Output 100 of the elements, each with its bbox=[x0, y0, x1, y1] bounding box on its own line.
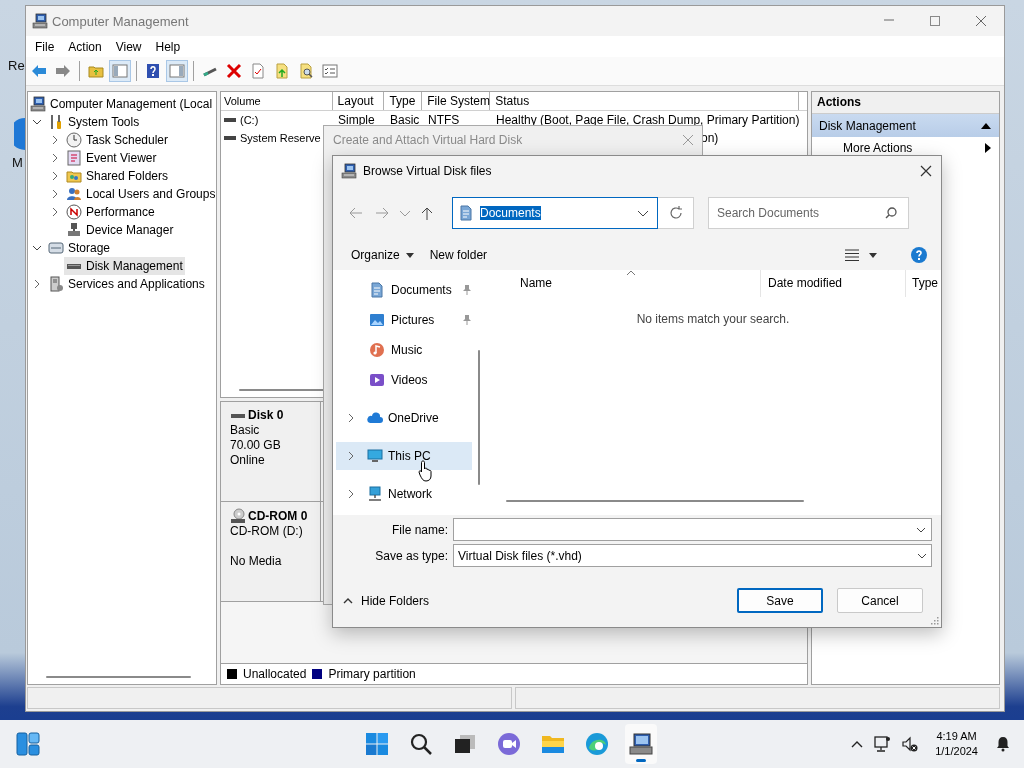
taskbar-button[interactable] bbox=[624, 724, 657, 764]
chevron-right-icon[interactable] bbox=[50, 189, 60, 199]
tree-item[interactable]: Disk Management bbox=[64, 257, 185, 275]
scrollbar-thumb[interactable] bbox=[478, 350, 480, 485]
log-book-icon bbox=[66, 150, 82, 166]
tree-item[interactable]: Services and Applications bbox=[46, 275, 207, 293]
tree-item[interactable]: Local Users and Groups bbox=[64, 185, 216, 203]
navigation-item[interactable]: Videos bbox=[336, 366, 472, 394]
hide-folders-button[interactable]: Hide Folders bbox=[343, 593, 723, 608]
file-type-dropdown[interactable]: Virtual Disk files (*.vhd) bbox=[453, 544, 932, 567]
cloud-icon bbox=[367, 410, 383, 426]
caret-icon bbox=[869, 252, 877, 258]
navigation-item[interactable]: Network bbox=[336, 480, 472, 508]
refresh-button[interactable] bbox=[658, 197, 694, 229]
chevron-right-icon[interactable] bbox=[50, 153, 60, 163]
disk-drive-icon bbox=[224, 117, 236, 123]
column-header[interactable]: Type bbox=[384, 92, 423, 110]
document-check-icon bbox=[250, 63, 266, 79]
tree-item[interactable]: System Tools bbox=[46, 113, 142, 131]
computer-icon bbox=[341, 163, 357, 179]
widgets-icon[interactable] bbox=[16, 732, 40, 756]
chevron-right-icon[interactable] bbox=[32, 279, 42, 289]
field-label: File name: bbox=[390, 522, 449, 537]
scrollbar-thumb[interactable] bbox=[506, 500, 804, 502]
save-button[interactable]: Save bbox=[737, 588, 823, 613]
forward-icon[interactable] bbox=[376, 206, 390, 220]
table-cell-text: Simple bbox=[337, 113, 376, 127]
caret-icon bbox=[405, 252, 414, 258]
chevron-right-icon[interactable] bbox=[346, 413, 356, 423]
chevron-right-icon[interactable] bbox=[346, 489, 356, 499]
file-name-field[interactable] bbox=[453, 518, 932, 541]
volume-muted-icon[interactable] bbox=[901, 735, 920, 753]
document-search-icon bbox=[298, 63, 314, 79]
submenu-item[interactable]: More Actions bbox=[812, 137, 999, 159]
chevron-right-icon[interactable] bbox=[50, 171, 60, 181]
tree-item[interactable]: Event Viewer bbox=[64, 149, 159, 167]
picture-icon bbox=[369, 312, 385, 328]
search-field[interactable]: Search Documents bbox=[708, 197, 909, 229]
column-header[interactable]: Volume bbox=[221, 92, 333, 110]
section-header[interactable]: Disk Management bbox=[812, 114, 999, 137]
resize-grip-icon bbox=[931, 617, 939, 625]
users-icon bbox=[66, 186, 82, 202]
tree-item[interactable]: Task Scheduler bbox=[64, 131, 171, 149]
menu-item[interactable]: Help bbox=[148, 39, 188, 54]
organize-button[interactable]: Organize bbox=[343, 243, 422, 267]
menu-item[interactable]: View bbox=[108, 39, 149, 54]
navigation-item[interactable]: Pictures bbox=[336, 306, 472, 334]
menu-item[interactable]: Action bbox=[61, 39, 109, 54]
tree-item[interactable]: Computer Management (Local bbox=[28, 95, 215, 113]
tools-icon bbox=[48, 114, 64, 130]
dial-icon bbox=[66, 204, 82, 220]
close-icon[interactable] bbox=[975, 15, 987, 27]
tree-item[interactable]: Shared Folders bbox=[64, 167, 171, 185]
cd-drive-icon bbox=[230, 508, 246, 524]
address-bar[interactable]: Documents bbox=[452, 197, 658, 229]
column-header[interactable]: Status bbox=[490, 92, 799, 110]
column-header[interactable]: Name bbox=[485, 270, 761, 297]
scrollbar-thumb[interactable] bbox=[46, 676, 191, 678]
legend-label: Unallocated bbox=[243, 667, 307, 681]
chevron-down-icon[interactable] bbox=[916, 527, 926, 533]
column-header[interactable]: Layout bbox=[332, 92, 385, 110]
column-header[interactable]: Type bbox=[906, 270, 941, 297]
tree-item[interactable]: Performance bbox=[64, 203, 157, 221]
new-folder-button[interactable]: New folder bbox=[421, 243, 496, 267]
help-icon[interactable] bbox=[911, 247, 927, 263]
desktop-icon-label[interactable]: Re bbox=[8, 58, 25, 73]
chevron-right-icon[interactable] bbox=[50, 207, 60, 217]
disk-status: No Media bbox=[230, 554, 283, 569]
desktop-icon-label[interactable]: M bbox=[12, 155, 23, 170]
network-icon[interactable] bbox=[873, 735, 892, 753]
chevron-down-icon[interactable] bbox=[32, 243, 42, 253]
tree-item[interactable]: Storage bbox=[46, 239, 113, 257]
help-icon bbox=[145, 63, 161, 79]
disk-status: Online bbox=[230, 453, 266, 468]
refresh-icon bbox=[668, 206, 683, 220]
dialog-title: Create and Attach Virtual Hard Disk bbox=[333, 133, 523, 147]
chevron-down-icon[interactable] bbox=[32, 117, 42, 127]
navigation-item[interactable]: This PC bbox=[336, 442, 472, 470]
column-header[interactable]: Date modified bbox=[761, 270, 906, 297]
disk-name: CD-ROM 0 bbox=[230, 508, 320, 524]
close-icon[interactable] bbox=[920, 165, 932, 177]
maximize-icon[interactable] bbox=[929, 15, 941, 27]
clock[interactable]: 4:19 AM 1/1/2024 bbox=[935, 729, 978, 759]
computer-icon bbox=[628, 732, 653, 756]
back-icon[interactable] bbox=[348, 206, 362, 220]
navigation-item[interactable]: Music bbox=[336, 336, 472, 364]
chevron-up-icon[interactable] bbox=[851, 740, 864, 748]
menu-item[interactable]: File bbox=[28, 39, 62, 54]
tree-item[interactable]: Device Manager bbox=[64, 221, 176, 239]
column-header[interactable]: File System bbox=[422, 92, 491, 110]
app-icon[interactable] bbox=[14, 118, 25, 150]
up-icon[interactable] bbox=[420, 206, 434, 220]
chevron-right-icon[interactable] bbox=[346, 451, 356, 461]
video-chat-icon bbox=[496, 732, 521, 756]
navigation-item[interactable]: OneDrive bbox=[336, 404, 472, 432]
navigation-item[interactable]: Documents bbox=[336, 276, 472, 304]
chevron-right-icon[interactable] bbox=[50, 135, 60, 145]
notification-icon[interactable] bbox=[994, 735, 1012, 753]
back-icon bbox=[31, 63, 47, 79]
cancel-button[interactable]: Cancel bbox=[837, 588, 923, 613]
